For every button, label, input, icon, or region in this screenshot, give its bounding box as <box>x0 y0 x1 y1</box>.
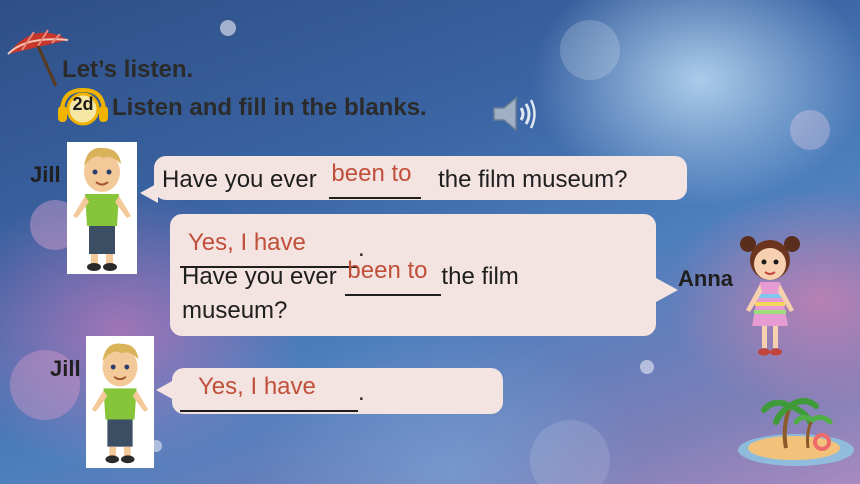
answer-yes-i-have: Yes, I have <box>188 229 306 256</box>
speaker-name-jill-2: Jill <box>50 356 81 381</box>
bokeh-light <box>640 360 654 374</box>
speaker-name-jill: Jill <box>30 162 61 187</box>
jill-portrait-2 <box>86 336 154 468</box>
bubble3-period: . <box>358 379 365 406</box>
blank-3[interactable]: been to <box>345 257 442 296</box>
answer-yes-i-have-2: Yes, I have <box>198 373 316 400</box>
instruction-heading: Listen and fill in the blanks. <box>112 94 427 121</box>
answer-been-to-2: been to <box>347 257 428 284</box>
blank-4[interactable]: Yes, I have <box>180 373 358 412</box>
bokeh-light <box>530 420 610 484</box>
bubble2-text-before: Have you ever <box>182 263 337 290</box>
lets-listen-heading: Let’s listen. <box>62 56 194 83</box>
section-badge: 2d <box>72 94 94 114</box>
headphones-icon: 2d <box>56 86 110 126</box>
bokeh-light <box>790 110 830 150</box>
boy-image <box>91 343 149 464</box>
bubble2-line3: museum? <box>182 297 288 324</box>
bubble1-text-after: the film museum? <box>438 166 628 193</box>
speech-bubble-1: Have you ever been to the film museum? <box>154 156 687 200</box>
bokeh-light <box>220 20 236 36</box>
speaker-name-anna: Anna <box>678 266 733 291</box>
speaker-icon[interactable] <box>490 94 538 134</box>
blank-1[interactable]: been to <box>329 160 422 199</box>
answer-been-to: been to <box>331 160 412 187</box>
speech-bubble-2: Yes, I have . Have you ever been to the … <box>170 214 656 336</box>
bokeh-light <box>560 20 620 80</box>
boy-image <box>73 147 131 271</box>
bubble2-text-after: the film <box>441 263 519 290</box>
speech-bubble-3: Yes, I have . <box>172 368 503 414</box>
girl-image <box>740 236 800 356</box>
island-icon <box>738 398 854 466</box>
jill-portrait <box>67 142 137 274</box>
bubble-tail <box>656 278 678 302</box>
slide: Let’s listen. 2d Listen and fill in the … <box>0 0 860 484</box>
bubble1-text-before: Have you ever <box>162 166 317 193</box>
